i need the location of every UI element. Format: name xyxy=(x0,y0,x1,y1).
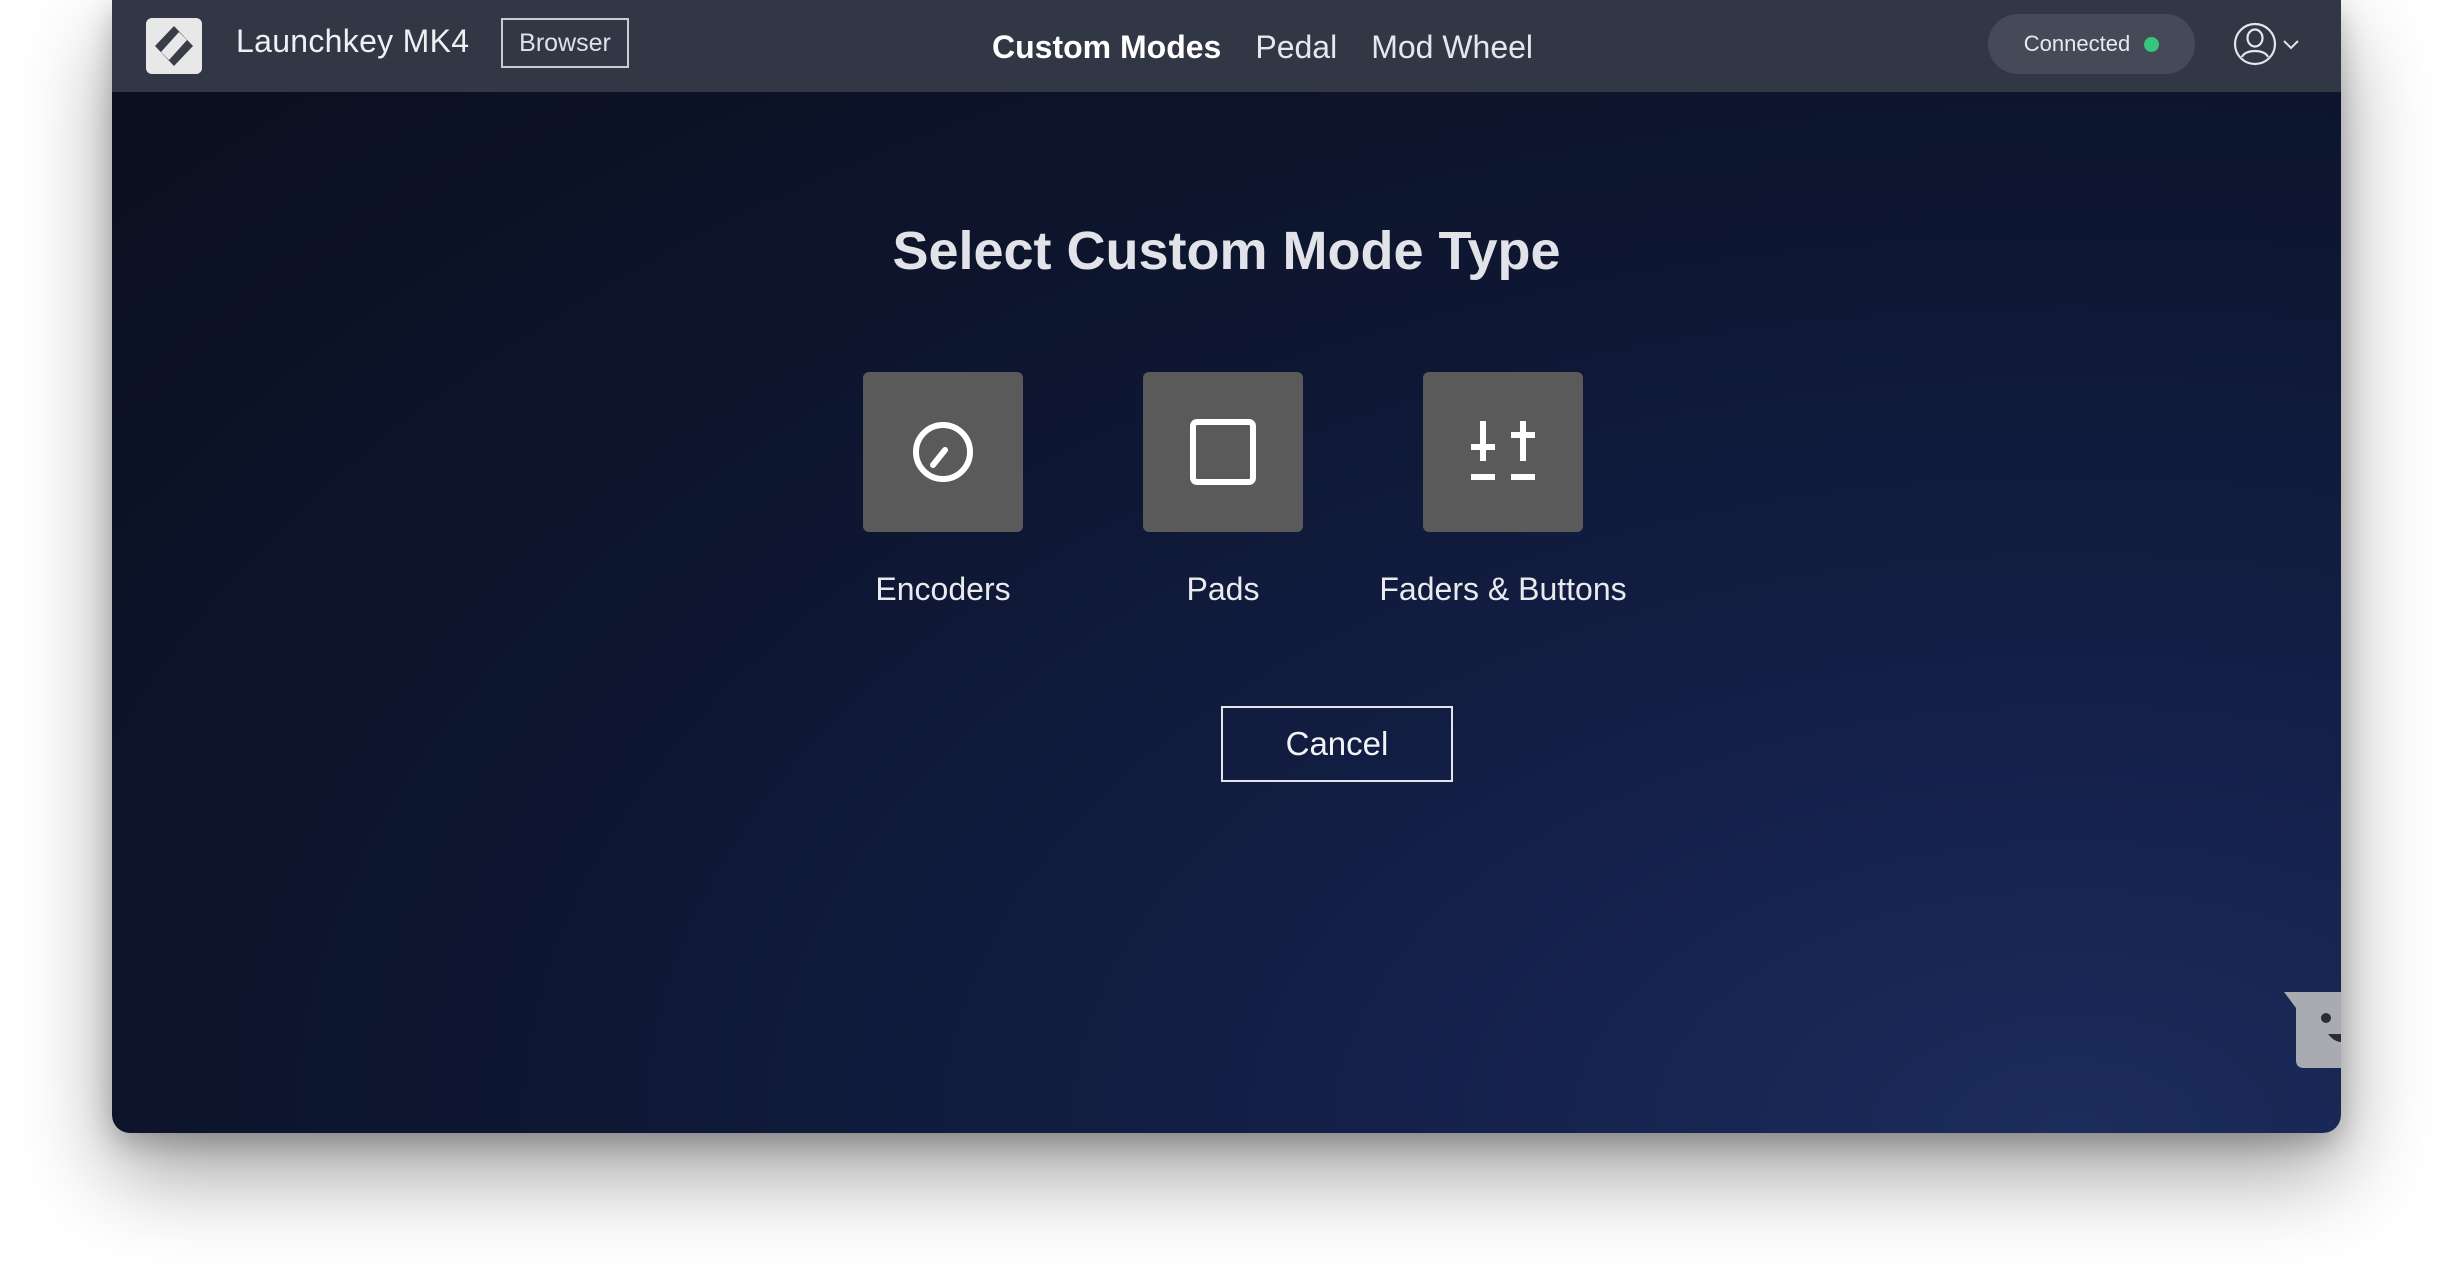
pads-option[interactable] xyxy=(1143,372,1303,532)
nav-pedal[interactable]: Pedal xyxy=(1255,29,1337,66)
chevron-down-icon xyxy=(2283,40,2299,50)
app-window: Launchkey MK4 Browser Custom Modes Pedal… xyxy=(112,0,2341,1133)
cancel-button[interactable]: Cancel xyxy=(1221,706,1453,782)
main-nav: Custom Modes Pedal Mod Wheel xyxy=(992,29,1533,66)
chat-bot-icon[interactable] xyxy=(2284,990,2341,1070)
encoders-option[interactable] xyxy=(863,372,1023,532)
nav-mod-wheel[interactable]: Mod Wheel xyxy=(1371,29,1533,66)
account-menu[interactable] xyxy=(2232,18,2308,70)
status-dot-icon xyxy=(2144,36,2160,52)
app-title: Launchkey MK4 xyxy=(236,23,470,59)
square-pad-icon xyxy=(1190,419,1256,485)
nav-custom-modes[interactable]: Custom Modes xyxy=(992,29,1221,66)
browser-button[interactable]: Browser xyxy=(501,18,629,68)
launchkey-logo-icon[interactable] xyxy=(146,18,202,74)
faders-buttons-option[interactable] xyxy=(1423,372,1583,532)
connection-status: Connected xyxy=(1988,14,2195,74)
dialog-heading: Select Custom Mode Type xyxy=(892,221,1561,281)
faders-buttons-label: Faders & Buttons xyxy=(1379,571,1627,607)
user-account-icon xyxy=(2233,22,2277,66)
top-bar: Launchkey MK4 Browser Custom Modes Pedal… xyxy=(112,0,2341,92)
connection-status-label: Connected xyxy=(2023,31,2131,56)
knob-icon xyxy=(913,422,973,482)
faders-icon xyxy=(1471,421,1535,480)
